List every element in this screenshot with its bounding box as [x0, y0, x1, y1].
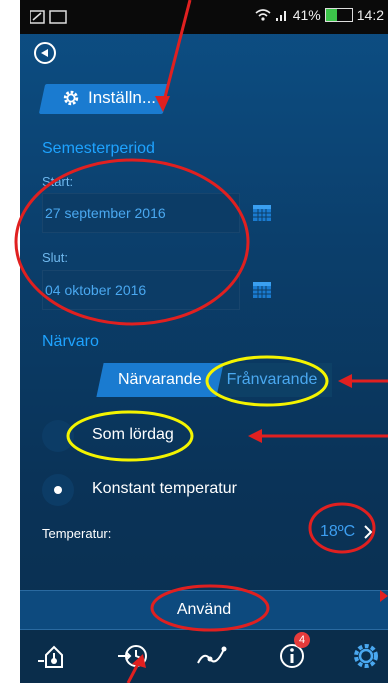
- home-temp-icon[interactable]: [34, 638, 74, 674]
- status-icons-right: 41% 14:2: [255, 7, 384, 23]
- apply-button[interactable]: Använd: [20, 590, 388, 630]
- start-label: Start:: [42, 174, 74, 189]
- present-toggle[interactable]: Närvarande: [96, 363, 224, 397]
- temperature-value: 18ºC: [320, 523, 356, 540]
- info-icon[interactable]: 4: [272, 632, 312, 674]
- temperature-label: Temperatur:: [42, 526, 112, 541]
- back-icon[interactable]: [34, 42, 56, 64]
- status-icons-left: [29, 8, 70, 26]
- apply-label: Använd: [176, 601, 232, 618]
- settings-tab-content: Inställn...: [62, 88, 156, 108]
- settings-tab-label: Inställn...: [88, 88, 157, 107]
- gear-icon: [63, 90, 79, 106]
- saturday-radio[interactable]: [42, 420, 74, 452]
- wifi-icon: [255, 9, 271, 21]
- end-label: Slut:: [42, 250, 69, 265]
- start-date-field[interactable]: 27 september 2016: [42, 193, 240, 233]
- vacation-section-title: Semesterperiod: [42, 140, 155, 157]
- status-bar: 41% 14:2: [20, 0, 388, 34]
- constant-temp-label: Konstant temperatur: [92, 480, 237, 497]
- constant-temp-radio[interactable]: [42, 474, 74, 506]
- end-date-field[interactable]: 04 oktober 2016: [42, 270, 240, 310]
- absent-toggle[interactable]: Frånvarande: [212, 363, 332, 397]
- absent-label: Frånvarande: [226, 371, 318, 388]
- signal-icon: [275, 11, 286, 21]
- presence-section-title: Närvaro: [42, 333, 99, 350]
- temperature-row[interactable]: Temperatur: 18ºC: [20, 510, 388, 554]
- bottom-nav: 4: [20, 630, 388, 683]
- saturday-label: Som lördag: [92, 426, 174, 443]
- saturday-option[interactable]: Som lördag: [42, 414, 388, 458]
- calendar-icon[interactable]: [252, 202, 272, 222]
- clock-arrow-icon[interactable]: [114, 638, 154, 674]
- calendar-icon[interactable]: [252, 279, 272, 299]
- battery-percent: 41%: [292, 7, 321, 23]
- info-badge: 4: [294, 632, 310, 648]
- chevron-right-icon: [364, 525, 373, 539]
- battery-icon: [324, 8, 353, 22]
- clock: 14:2: [356, 7, 384, 23]
- settings-gear-icon[interactable]: [346, 638, 386, 674]
- constant-temp-option[interactable]: Konstant temperatur: [42, 468, 388, 512]
- app-screen: 41% 14:2 Inställn... Semesterperiod Star…: [20, 0, 388, 683]
- graph-icon[interactable]: [192, 638, 232, 674]
- present-label: Närvarande: [118, 371, 202, 388]
